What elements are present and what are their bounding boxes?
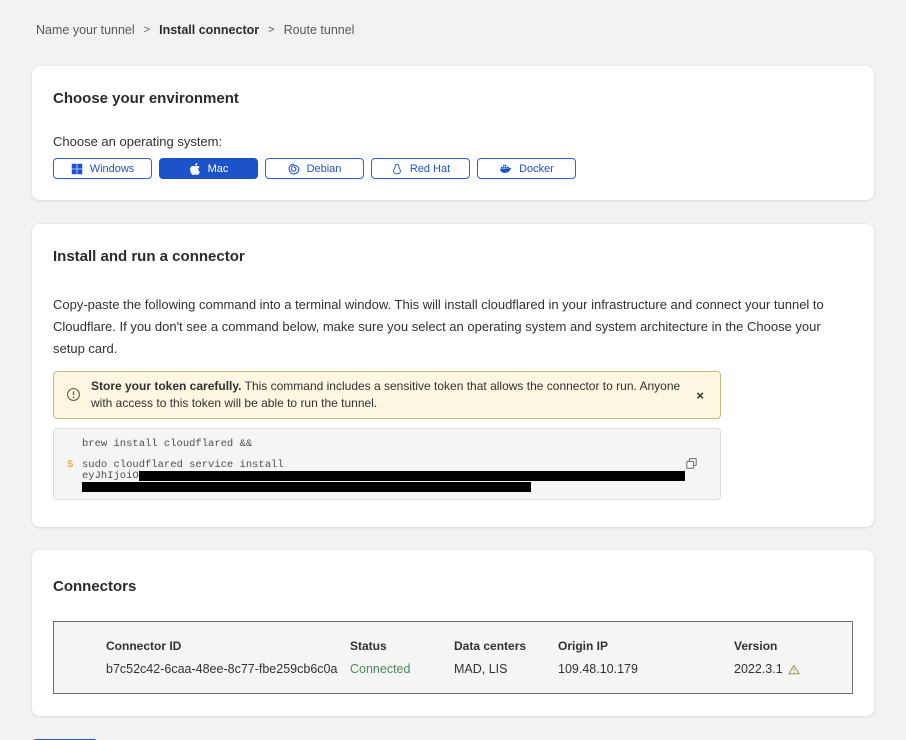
os-button-mac[interactable]: Mac bbox=[159, 158, 258, 179]
environment-card-title: Choose your environment bbox=[53, 90, 853, 108]
code-line: brew install cloudflared && bbox=[67, 439, 706, 450]
environment-card: Choose your environment Choose an operat… bbox=[32, 66, 874, 200]
alert-circle-icon bbox=[66, 387, 81, 402]
breadcrumb-separator: > bbox=[268, 24, 274, 36]
header-connector-id: Connector ID bbox=[106, 639, 350, 654]
table-row: b7c52c42-6caa-48ee-8c77-fbe259cb6c0a Con… bbox=[54, 654, 852, 693]
connectors-table-header: Connector ID Status Data centers Origin … bbox=[54, 622, 852, 654]
token-warning-bold: Store your token carefully. bbox=[91, 379, 242, 393]
connectors-card: Connectors Connector ID Status Data cent… bbox=[32, 550, 874, 716]
install-command-code-block: brew install cloudflared && $ sudo cloud… bbox=[53, 428, 721, 500]
os-button-debian[interactable]: Debian bbox=[265, 158, 364, 179]
windows-icon bbox=[71, 163, 83, 175]
install-card-title: Install and run a connector bbox=[53, 248, 853, 266]
token-warning-text: Store your token carefully. This command… bbox=[91, 378, 682, 412]
breadcrumb-route-tunnel[interactable]: Route tunnel bbox=[284, 23, 355, 37]
debian-icon bbox=[288, 163, 300, 175]
os-button-redhat[interactable]: Red Hat bbox=[371, 158, 470, 179]
status-badge: Connected bbox=[350, 662, 454, 677]
install-connector-card: Install and run a connector Copy-paste t… bbox=[32, 224, 874, 527]
breadcrumb-install-connector[interactable]: Install connector bbox=[159, 23, 259, 37]
os-button-label: Windows bbox=[90, 163, 135, 175]
os-button-docker[interactable]: Docker bbox=[477, 158, 576, 179]
os-button-label: Red Hat bbox=[410, 163, 450, 175]
token-warning-banner: Store your token carefully. This command… bbox=[53, 371, 721, 419]
header-data-centers: Data centers bbox=[454, 639, 558, 654]
version-value: 2022.3.1 bbox=[734, 662, 852, 677]
os-button-label: Mac bbox=[208, 163, 229, 175]
header-origin-ip: Origin IP bbox=[558, 639, 734, 654]
docker-icon bbox=[499, 163, 512, 175]
breadcrumb: Name your tunnel > Install connector > R… bbox=[0, 0, 906, 37]
os-button-group: Windows Mac Debian Red Hat Docker bbox=[53, 158, 853, 179]
connectors-card-title: Connectors bbox=[53, 578, 853, 596]
breadcrumb-separator: > bbox=[144, 24, 150, 36]
redacted-token-bar bbox=[82, 482, 531, 492]
code-line bbox=[67, 482, 706, 493]
redhat-icon bbox=[391, 163, 403, 175]
breadcrumb-name-your-tunnel[interactable]: Name your tunnel bbox=[36, 23, 135, 37]
apple-icon bbox=[189, 163, 201, 175]
header-status: Status bbox=[350, 639, 454, 654]
data-centers-value: MAD, LIS bbox=[454, 662, 558, 677]
copy-icon bbox=[685, 457, 698, 470]
banner-close-button[interactable]: × bbox=[692, 387, 708, 404]
code-line: eyJhIjoiO bbox=[67, 471, 706, 482]
code-line: $ sudo cloudflared service install bbox=[67, 460, 706, 471]
connector-id-value: b7c52c42-6caa-48ee-8c77-fbe259cb6c0a bbox=[106, 662, 350, 677]
token-prefix: eyJhIjoiO bbox=[82, 471, 139, 482]
os-select-label: Choose an operating system: bbox=[53, 134, 853, 150]
origin-ip-value: 109.48.10.179 bbox=[558, 662, 734, 677]
connectors-table: Connector ID Status Data centers Origin … bbox=[53, 621, 853, 694]
install-description: Copy-paste the following command into a … bbox=[53, 294, 853, 360]
header-version: Version bbox=[734, 639, 852, 654]
warning-triangle-icon bbox=[788, 664, 800, 675]
os-button-windows[interactable]: Windows bbox=[53, 158, 152, 179]
redacted-token-bar bbox=[139, 471, 685, 481]
os-button-label: Debian bbox=[307, 163, 342, 175]
code-line-brew: brew install cloudflared && bbox=[82, 439, 252, 450]
copy-command-button[interactable] bbox=[683, 455, 700, 472]
os-button-label: Docker bbox=[519, 163, 554, 175]
